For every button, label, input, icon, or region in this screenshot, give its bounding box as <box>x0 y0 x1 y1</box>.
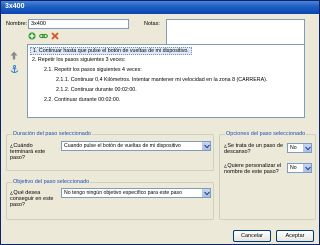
custom-name-select-value: No <box>290 165 297 171</box>
list-item[interactable]: 1. Continuar hasta que pulse el botón de… <box>30 47 192 55</box>
duration-group-title: Duración del paso seleccionado <box>12 131 92 137</box>
name-label: Nombre: <box>6 21 28 27</box>
steps-list[interactable]: 1. Continuar hasta que pulse el botón de… <box>27 44 305 118</box>
list-item[interactable]: 2. Repetir los pasos siguientes 3 veces: <box>32 57 125 63</box>
list-item[interactable]: 2.1. Repetir los pasos siguientes 4 vece… <box>44 67 142 73</box>
list-item[interactable]: 2.2. Continuar durante 00:02:00. <box>44 97 120 103</box>
accept-button[interactable]: Aceptar <box>276 230 314 242</box>
objective-select-value: No tengo ningún objetivo específico para… <box>64 190 182 196</box>
delete-icon[interactable] <box>51 32 59 40</box>
name-input[interactable]: 3x400 <box>28 19 129 29</box>
cancel-button[interactable]: Cancelar <box>233 230 271 242</box>
rest-select-value: No <box>290 145 297 151</box>
rest-select[interactable]: No <box>287 143 312 153</box>
title-bar[interactable]: 3x400 <box>1 1 319 14</box>
objective-group-title: Objetivo del paso seleccionado <box>12 179 91 185</box>
add-icon[interactable] <box>28 32 36 40</box>
link-icon[interactable] <box>39 32 48 40</box>
window-title: 3x400 <box>5 3 25 10</box>
duration-group: Duración del paso seleccionado ¿Cuándo t… <box>6 131 214 171</box>
notes-label: Notas: <box>144 21 160 27</box>
duration-select-value: Cuando pulse el botón de vueltas de mi d… <box>64 143 181 149</box>
list-item[interactable]: 2.1.1. Continuar 0,4 Kilómetros. Intenta… <box>56 77 267 83</box>
objective-question: ¿Qué desea conseguir en este paso? <box>10 190 54 208</box>
duration-question: ¿Cuándo terminará este paso? <box>10 143 46 161</box>
objective-group: Objetivo del paso seleccionado ¿Qué dese… <box>6 179 214 220</box>
anchor-icon[interactable] <box>10 65 19 74</box>
chevron-down-icon[interactable] <box>202 142 210 150</box>
arrow-up-icon[interactable] <box>10 51 18 60</box>
options-group-title: Opciones del paso seleccionado <box>225 131 307 137</box>
custom-name-question: ¿Quiere personalizar el nombre de este p… <box>224 163 282 175</box>
dialog-window: 3x400 Nombre: 3x400 Notas: 1. Continuar … <box>0 0 320 245</box>
notes-input[interactable] <box>166 19 305 47</box>
list-item[interactable]: 2.1.2. Continuar durante 00:02:00. <box>56 87 137 93</box>
chevron-down-icon[interactable] <box>303 144 311 152</box>
duration-select[interactable]: Cuando pulse el botón de vueltas de mi d… <box>61 141 211 151</box>
custom-name-select[interactable]: No <box>287 163 312 173</box>
rest-question: ¿Se trata de un paso de descanso? <box>224 143 284 155</box>
chevron-down-icon[interactable] <box>303 164 311 172</box>
chevron-down-icon[interactable] <box>202 189 210 197</box>
objective-select[interactable]: No tengo ningún objetivo específico para… <box>61 188 211 198</box>
options-group: Opciones del paso seleccionado ¿Se trata… <box>219 131 316 220</box>
name-input-value: 3x400 <box>31 21 46 27</box>
